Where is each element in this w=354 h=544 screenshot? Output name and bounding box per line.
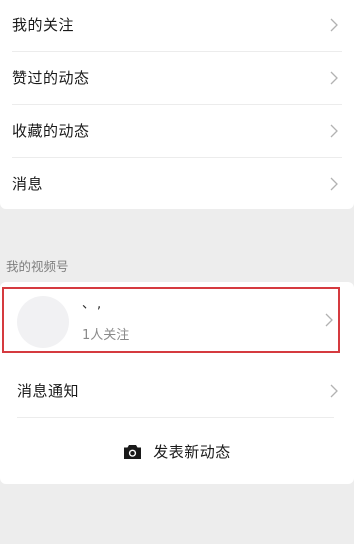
chevron-right-icon [330,71,338,85]
menu-item-label: 消息 [12,175,44,193]
chevron-right-icon [325,313,333,327]
menu-item-my-follows[interactable]: 我的关注 [0,0,354,50]
menu-card: 我的关注 赞过的动态 收藏的动态 消息 [0,0,354,209]
section-title-my-channel: 我的视频号 [6,259,69,274]
menu-item-label: 收藏的动态 [12,122,90,140]
chevron-right-icon [330,177,338,191]
post-new-moment-button[interactable]: 发表新动态 [0,428,354,476]
menu-item-saved-posts[interactable]: 收藏的动态 [0,105,354,157]
chevron-right-icon [330,124,338,138]
channel-account-row[interactable]: 、, 1人关注 [2,287,340,353]
menu-item-label: 我的关注 [12,16,75,34]
menu-item-label: 消息通知 [17,382,80,400]
menu-item-notifications[interactable]: 消息通知 [0,365,354,417]
menu-item-liked-posts[interactable]: 赞过的动态 [0,52,354,104]
menu-item-label: 赞过的动态 [12,69,90,87]
divider [17,417,334,418]
channel-name: 、, [82,297,104,312]
post-new-moment-label: 发表新动态 [153,443,231,461]
chevron-right-icon [330,18,338,32]
chevron-right-icon [330,384,338,398]
channel-followers: 1人关注 [82,328,130,343]
menu-item-messages[interactable]: 消息 [0,158,354,209]
camera-icon [123,444,142,460]
avatar [17,296,69,348]
